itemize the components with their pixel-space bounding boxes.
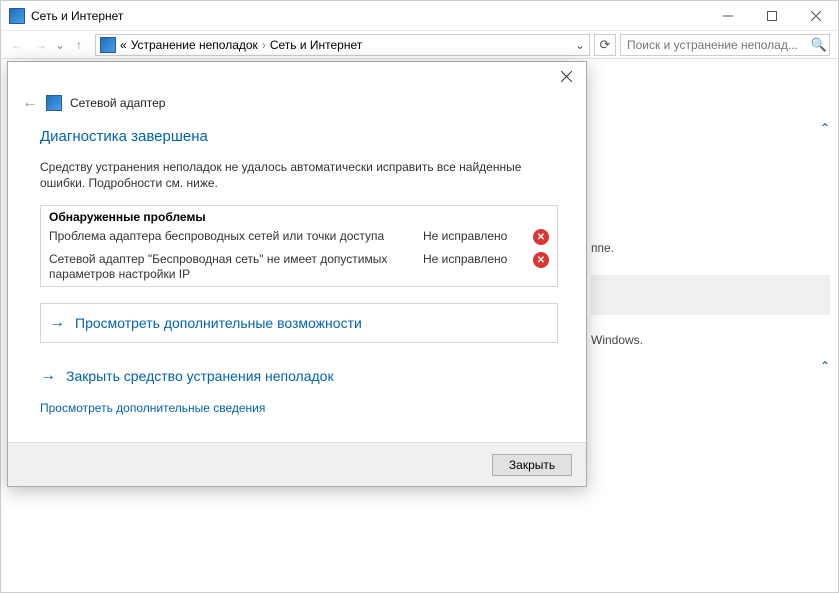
breadcrumb-seg-1[interactable]: Устранение неполадок: [131, 38, 258, 52]
location-icon: [100, 37, 116, 53]
problem-row[interactable]: Сетевой адаптер "Беспроводная сеть" не и…: [41, 249, 557, 286]
window-close-button[interactable]: [794, 1, 838, 31]
dialog-body: Диагностика завершена Средству устранени…: [8, 122, 586, 442]
problem-row[interactable]: Проблема адаптера беспроводных сетей или…: [41, 226, 557, 249]
network-adapter-icon: [46, 95, 62, 111]
arrow-right-icon: →: [40, 367, 56, 385]
close-icon: [811, 11, 821, 21]
dialog-header: ← Сетевой адаптер: [8, 90, 586, 122]
arrow-right-icon: →: [49, 314, 65, 332]
view-details-link[interactable]: Просмотреть дополнительные сведения: [40, 401, 265, 415]
background-content: ⌃ ппе. Windows. ⌃: [591, 61, 830, 367]
control-panel-window: Сеть и Интернет ← → ⌄ ↑ « Устранение неп…: [0, 0, 839, 593]
minimize-icon: [723, 11, 733, 21]
search-icon[interactable]: 🔍: [809, 37, 829, 53]
navigation-bar: ← → ⌄ ↑ « Устранение неполадок › Сеть и …: [1, 31, 838, 59]
search-input[interactable]: [621, 38, 809, 52]
error-icon: [533, 252, 549, 268]
maximize-icon: [767, 11, 777, 21]
search-box: 🔍: [620, 34, 830, 56]
nav-forward-button[interactable]: →: [29, 33, 53, 57]
dialog-back-button[interactable]: ←: [22, 94, 38, 112]
close-button[interactable]: Закрыть: [492, 454, 572, 476]
link-label: Закрыть средство устранения неполадок: [66, 368, 334, 384]
problems-panel: Обнаруженные проблемы Проблема адаптера …: [40, 205, 558, 287]
breadcrumb-seg-2[interactable]: Сеть и Интернет: [270, 38, 362, 52]
window-controls: [706, 1, 838, 31]
bg-text-fragment: ппе.: [591, 241, 830, 255]
breadcrumb-separator: ›: [262, 38, 266, 52]
minimize-button[interactable]: [706, 1, 750, 31]
dialog-description: Средству устранения неполадок не удалось…: [40, 159, 558, 191]
breadcrumb-chevrons: «: [120, 38, 127, 52]
close-icon: [561, 71, 572, 82]
expand-collapse-icon-2[interactable]: ⌃: [820, 359, 830, 373]
control-panel-icon: [9, 8, 25, 24]
title-bar: Сеть и Интернет: [1, 1, 838, 31]
view-more-options-link[interactable]: → Просмотреть дополнительные возможности: [40, 303, 558, 343]
problem-status: Не исправлено: [423, 252, 523, 266]
dialog-heading: Диагностика завершена: [40, 128, 558, 145]
problem-status: Не исправлено: [423, 229, 523, 243]
dialog-app-name: Сетевой адаптер: [70, 96, 165, 110]
nav-up-button[interactable]: ↑: [67, 33, 91, 57]
troubleshooter-dialog: ← Сетевой адаптер Диагностика завершена …: [7, 61, 587, 487]
window-title: Сеть и Интернет: [31, 9, 706, 23]
dialog-titlebar: [8, 62, 586, 90]
dialog-close-button[interactable]: [546, 62, 586, 90]
address-bar[interactable]: « Устранение неполадок › Сеть и Интернет…: [95, 34, 590, 56]
maximize-button[interactable]: [750, 1, 794, 31]
problem-text: Сетевой адаптер "Беспроводная сеть" не и…: [49, 252, 413, 282]
close-troubleshooter-link[interactable]: → Закрыть средство устранения неполадок: [40, 357, 558, 395]
nav-back-button[interactable]: ←: [5, 33, 29, 57]
bg-text-fragment-2: Windows.: [591, 333, 830, 347]
error-icon: [533, 229, 549, 245]
problem-text: Проблема адаптера беспроводных сетей или…: [49, 229, 413, 244]
dialog-footer: Закрыть: [8, 442, 586, 486]
problems-panel-title: Обнаруженные проблемы: [41, 206, 557, 226]
refresh-button[interactable]: ⟳: [594, 34, 616, 56]
address-dropdown[interactable]: ⌄: [571, 38, 589, 52]
expand-collapse-icon[interactable]: ⌃: [820, 121, 830, 135]
nav-history-dropdown[interactable]: ⌄: [53, 38, 67, 52]
bg-bar: [591, 275, 830, 315]
link-label: Просмотреть дополнительные возможности: [75, 315, 362, 331]
